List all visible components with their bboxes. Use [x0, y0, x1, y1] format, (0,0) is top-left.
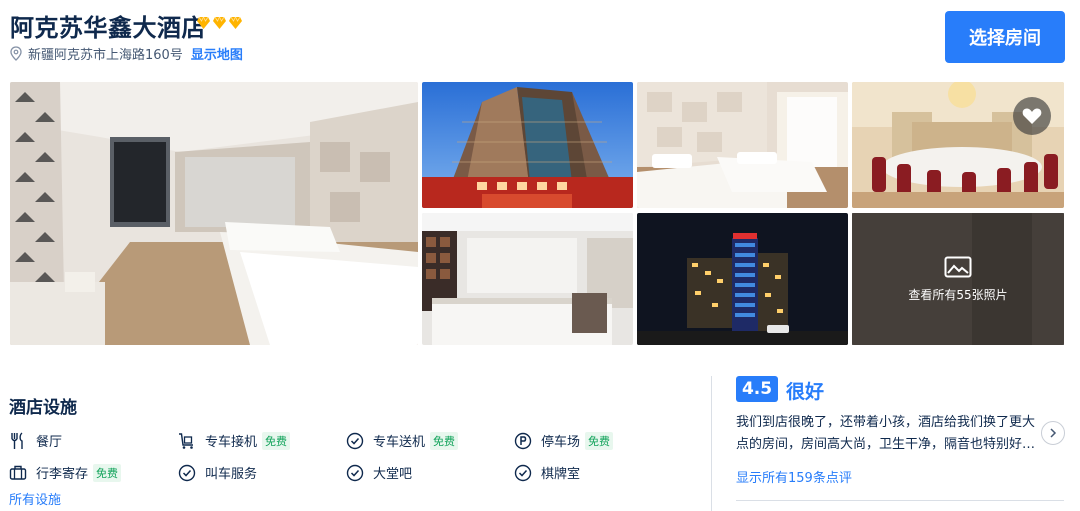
photo-lobby-reception[interactable] [422, 213, 633, 345]
chevron-right-icon [1050, 428, 1057, 438]
diamond-icon [197, 17, 210, 29]
luggage-cart-icon [179, 432, 193, 449]
check-circle-icon [346, 432, 364, 449]
check-circle-icon [514, 464, 532, 481]
parking-icon [514, 432, 532, 449]
review-score-badge: 4.5 [736, 376, 778, 402]
check-circle-icon [178, 464, 196, 481]
diamond-rating [197, 17, 242, 29]
view-all-photos-label: 查看所有55张照片 [908, 287, 1008, 302]
free-badge: 免费 [430, 431, 459, 450]
diamond-icon [213, 17, 226, 29]
hotel-address: 新疆阿克苏市上海路160号 [28, 48, 183, 63]
diamond-icon [229, 17, 242, 29]
facility-item: 大堂吧 [346, 463, 412, 482]
facility-item: 行李寄存 免费 [9, 463, 122, 482]
fork-knife-icon [11, 431, 23, 449]
photo-twin-room[interactable] [637, 82, 848, 208]
section-divider [711, 376, 712, 511]
address-row: 新疆阿克苏市上海路160号 显示地图 [10, 44, 243, 63]
photo-room-main[interactable] [10, 82, 418, 345]
reviews-divider [736, 500, 1064, 501]
review-excerpt: 我们到店很晚了，还带着小孩，酒店给我们换了更大点的房间，房间高大尚，卫生干净，隔… [736, 415, 1036, 452]
facility-item: 棋牌室 [514, 463, 580, 482]
all-reviews-link[interactable]: 显示所有159条点评 [736, 467, 852, 486]
hotel-name: 阿克苏华鑫大酒店 [10, 14, 206, 42]
image-icon [944, 256, 972, 277]
show-map-link[interactable]: 显示地图 [191, 44, 243, 63]
all-facilities-link[interactable]: 所有设施 [9, 489, 61, 508]
next-review-button[interactable] [1041, 421, 1065, 445]
check-circle-icon [346, 464, 364, 481]
review-score-label: 很好 [786, 381, 825, 403]
facilities-title: 酒店设施 [9, 398, 77, 418]
free-badge: 免费 [93, 463, 122, 482]
heart-icon [1022, 108, 1042, 124]
facility-item: 专车接机 免费 [178, 431, 291, 450]
luggage-icon [9, 465, 27, 480]
facility-item: 停车场 免费 [514, 431, 614, 450]
photo-building-exterior[interactable] [422, 82, 633, 208]
location-pin-icon [10, 46, 22, 61]
view-all-photos-button[interactable]: 查看所有55张照片 [852, 213, 1064, 345]
favorite-button[interactable] [1013, 97, 1051, 135]
facility-item: 叫车服务 [178, 463, 257, 482]
facility-item: 餐厅 [9, 431, 62, 450]
facility-item: 专车送机 免费 [346, 431, 459, 450]
photo-night-exterior[interactable] [637, 213, 848, 345]
select-room-button[interactable]: 选择房间 [945, 11, 1065, 63]
free-badge: 免费 [262, 431, 291, 450]
free-badge: 免费 [585, 431, 614, 450]
